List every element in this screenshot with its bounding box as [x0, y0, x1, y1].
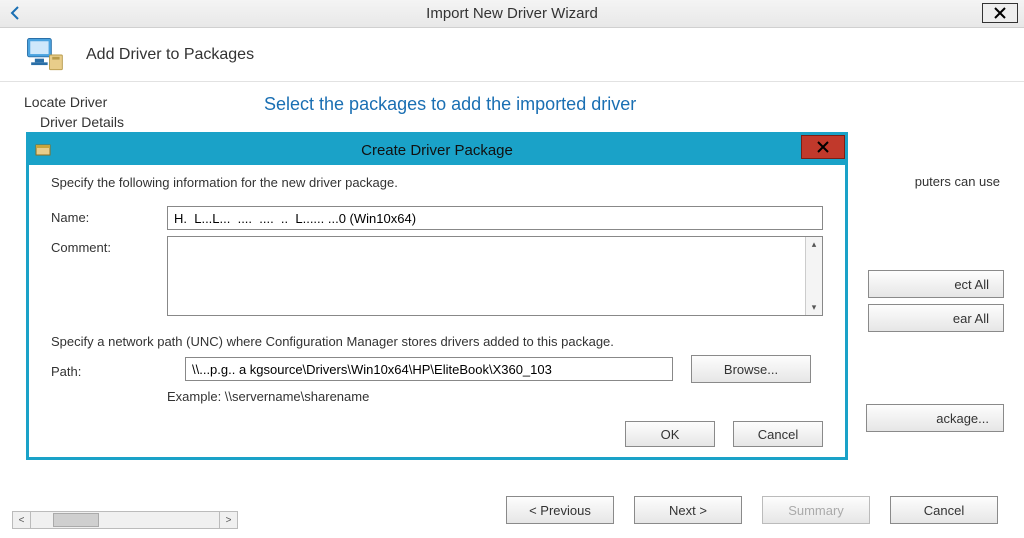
- button-label: Next >: [669, 503, 707, 518]
- path-example: Example: \\servername\sharename: [167, 389, 823, 404]
- ok-button[interactable]: OK: [625, 421, 715, 447]
- button-label: OK: [661, 427, 680, 442]
- content-subtext-fragment: puters can use: [915, 174, 1000, 189]
- sidebar-item-label: Driver Details: [40, 114, 124, 130]
- close-icon: [817, 141, 829, 153]
- clear-all-button[interactable]: ear All: [868, 304, 1004, 332]
- comment-textarea[interactable]: ▴ ▾: [167, 236, 823, 316]
- wizard-titlebar: Import New Driver Wizard: [0, 0, 1024, 28]
- button-label: < Previous: [529, 503, 591, 518]
- side-button-column: ect All ear All: [868, 270, 1004, 338]
- previous-button[interactable]: < Previous: [506, 496, 614, 524]
- back-arrow-icon[interactable]: [8, 5, 24, 21]
- sidebar-item-locate-driver[interactable]: Locate Driver: [0, 92, 244, 112]
- create-driver-package-dialog: Create Driver Package Specify the follow…: [26, 132, 848, 460]
- button-label: Summary: [788, 503, 844, 518]
- package-icon: [35, 141, 51, 157]
- new-package-button[interactable]: ackage...: [866, 404, 1004, 432]
- button-label: Cancel: [924, 503, 964, 518]
- next-button[interactable]: Next >: [634, 496, 742, 524]
- comment-label: Comment:: [51, 236, 167, 255]
- sidebar-item-driver-details[interactable]: Driver Details: [0, 112, 244, 132]
- content-heading: Select the packages to add the imported …: [264, 94, 1004, 115]
- name-label: Name:: [51, 206, 167, 225]
- name-input[interactable]: [167, 206, 823, 230]
- button-label: ear All: [953, 311, 989, 326]
- dialog-button-row: OK Cancel: [625, 421, 823, 447]
- summary-button: Summary: [762, 496, 870, 524]
- scroll-down-arrow-icon[interactable]: ▾: [812, 302, 817, 313]
- dialog-body: Specify the following information for th…: [29, 165, 845, 457]
- wizard-cancel-button[interactable]: Cancel: [890, 496, 998, 524]
- name-field-row: Name:: [51, 206, 823, 230]
- wizard-footer: < Previous Next > Summary Cancel: [0, 490, 1024, 530]
- dialog-title: Create Driver Package: [361, 142, 513, 159]
- wizard-title: Import New Driver Wizard: [426, 5, 598, 22]
- unc-instruction: Specify a network path (UNC) where Confi…: [51, 334, 823, 349]
- dialog-titlebar[interactable]: Create Driver Package: [29, 135, 845, 165]
- wizard-header: Add Driver to Packages: [0, 28, 1024, 82]
- button-label: Cancel: [758, 427, 798, 442]
- button-label: ackage...: [936, 411, 989, 426]
- button-label: ect All: [954, 277, 989, 292]
- comment-field-row: Comment: ▴ ▾: [51, 236, 823, 316]
- new-package-button-row: ackage...: [866, 404, 1004, 432]
- button-label: Browse...: [724, 362, 778, 377]
- driver-wizard-icon: [22, 33, 66, 77]
- path-input[interactable]: [185, 357, 673, 381]
- wizard-header-title: Add Driver to Packages: [86, 46, 254, 64]
- close-icon: [994, 7, 1006, 19]
- path-label: Path:: [51, 360, 167, 379]
- select-all-button[interactable]: ect All: [868, 270, 1004, 298]
- path-field-row: Path: Browse...: [51, 355, 823, 383]
- textarea-scrollbar[interactable]: ▴ ▾: [805, 237, 822, 315]
- dialog-cancel-button[interactable]: Cancel: [733, 421, 823, 447]
- sidebar-item-label: Locate Driver: [24, 94, 107, 110]
- scroll-up-arrow-icon[interactable]: ▴: [812, 239, 817, 250]
- dialog-instruction: Specify the following information for th…: [51, 175, 823, 190]
- wizard-close-button[interactable]: [982, 3, 1018, 23]
- browse-button[interactable]: Browse...: [691, 355, 811, 383]
- dialog-close-button[interactable]: [801, 135, 845, 159]
